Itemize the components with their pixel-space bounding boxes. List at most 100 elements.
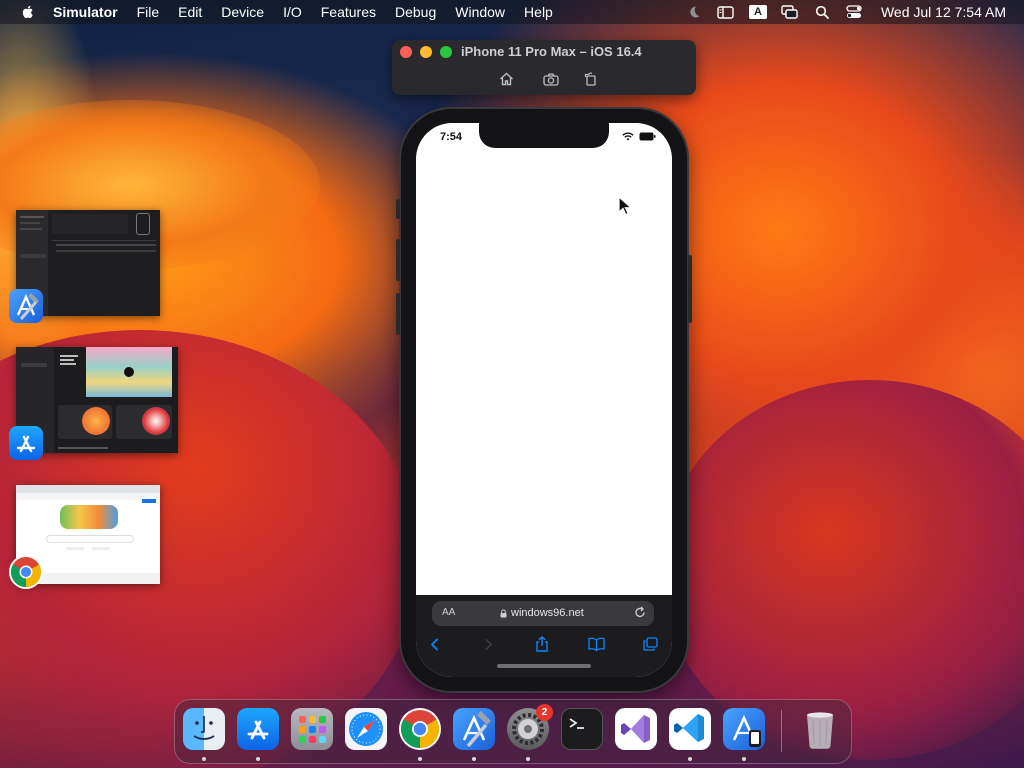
address-url[interactable]: windows96.net: [500, 607, 584, 619]
thumb-card: [116, 405, 172, 439]
thumb-header: [52, 214, 128, 234]
running-indicator: [742, 757, 746, 761]
finder-icon[interactable]: [183, 708, 225, 750]
thumb-card-art: [142, 407, 170, 435]
bookmarks-book-icon[interactable]: [586, 635, 606, 653]
text-size-button[interactable]: AA: [442, 607, 455, 618]
lock-icon: [500, 608, 507, 617]
thumb-line: [20, 216, 44, 218]
screenshot-camera-icon[interactable]: [542, 70, 560, 88]
status-bar-time: 7:54: [440, 131, 463, 143]
spotlight-search-icon[interactable]: [813, 4, 831, 20]
running-indicator: [688, 757, 692, 761]
running-indicator: [202, 757, 206, 761]
menu-help[interactable]: Help: [524, 4, 553, 20]
input-source-icon[interactable]: A: [748, 5, 767, 19]
menu-window[interactable]: Window: [455, 4, 505, 20]
xcode-icon[interactable]: [9, 289, 43, 323]
phone-screen[interactable]: 7:54 AA windows96.net: [416, 123, 672, 677]
app-store-icon[interactable]: [237, 708, 279, 750]
thumb-line: [58, 447, 108, 449]
launchpad-icon[interactable]: [291, 708, 333, 750]
chrome-icon[interactable]: [399, 708, 441, 750]
url-text: windows96.net: [511, 607, 584, 619]
minimize-window-button[interactable]: [420, 46, 432, 58]
visual-studio-icon[interactable]: [615, 708, 657, 750]
status-bar-indicators: [622, 132, 656, 141]
app-store-icon[interactable]: [9, 426, 43, 460]
menu-file[interactable]: File: [137, 4, 160, 20]
control-center-icon[interactable]: [845, 4, 863, 20]
thumb-searchbox: [46, 535, 134, 543]
screen-mirroring-icon[interactable]: [781, 4, 799, 20]
visual-studio-code-icon[interactable]: [669, 708, 711, 750]
thumb-toolbar: [16, 493, 160, 500]
zoom-window-button[interactable]: [440, 46, 452, 58]
thumb-line: [20, 254, 46, 258]
thumb-line: [92, 547, 110, 550]
menu-features[interactable]: Features: [321, 4, 376, 20]
share-icon[interactable]: [532, 635, 552, 653]
running-indicator: [526, 757, 530, 761]
apple-menu-icon[interactable]: [20, 4, 36, 20]
xcode-icon[interactable]: [453, 708, 495, 750]
wifi-icon: [622, 132, 634, 141]
safari-address-bar[interactable]: AA windows96.net: [432, 601, 654, 626]
thumb-line: [20, 222, 40, 224]
reload-icon[interactable]: [634, 606, 646, 619]
menu-clock[interactable]: Wed Jul 12 7:54 AM: [881, 4, 1006, 20]
thumb-line: [66, 547, 84, 550]
dock: 2: [174, 699, 852, 764]
running-indicator: [256, 757, 260, 761]
volume-up-button: [396, 239, 400, 281]
thumb-signin: [142, 499, 156, 503]
thumb-line: [56, 244, 156, 246]
thumb-divider: [52, 240, 156, 241]
close-window-button[interactable]: [400, 46, 412, 58]
running-indicator: [472, 757, 476, 761]
thumb-line: [21, 363, 47, 367]
notification-badge: 2: [536, 704, 553, 721]
thumb-card: [58, 405, 112, 439]
side-power-button: [688, 255, 692, 323]
safari-nav-row: [416, 631, 672, 657]
terminal-icon[interactable]: [561, 708, 603, 750]
trash-icon[interactable]: [799, 708, 841, 750]
battery-icon: [639, 132, 656, 141]
menu-edit[interactable]: Edit: [178, 4, 202, 20]
focus-moon-icon[interactable]: [685, 4, 703, 20]
dock-separator: [781, 710, 782, 752]
thumb-line: [56, 250, 156, 252]
iphone-device-frame: 7:54 AA windows96.net: [396, 107, 692, 693]
notch: [479, 123, 609, 148]
ringer-switch: [396, 199, 400, 219]
sidebar-icon[interactable]: [717, 4, 735, 20]
menu-debug[interactable]: Debug: [395, 4, 436, 20]
thumb-tabstrip: [16, 485, 160, 493]
thumb-device: [136, 213, 150, 235]
tabs-icon[interactable]: [640, 635, 660, 653]
thumb-doodle: [60, 505, 118, 529]
menu-io[interactable]: I/O: [283, 4, 302, 20]
simulator-toolbar: [392, 70, 696, 88]
simulator-window-titlebar[interactable]: iPhone 11 Pro Max – iOS 16.4: [392, 40, 696, 95]
thumb-card-art: [82, 407, 110, 435]
menu-extras: A Wed Jul 12 7:54 AM: [685, 0, 1006, 24]
safari-icon[interactable]: [345, 708, 387, 750]
home-indicator[interactable]: [497, 664, 591, 668]
running-indicator: [418, 757, 422, 761]
simulator-window-title: iPhone 11 Pro Max – iOS 16.4: [461, 44, 642, 59]
forward-chevron-icon[interactable]: [478, 635, 498, 653]
simulator-icon[interactable]: [723, 708, 765, 750]
menu-device[interactable]: Device: [221, 4, 264, 20]
menu-app-name[interactable]: Simulator: [53, 4, 118, 20]
home-button[interactable]: [497, 70, 515, 88]
thumb-banner: [86, 347, 172, 397]
volume-down-button: [396, 293, 400, 335]
thumb-line: [20, 228, 42, 230]
rotate-device-icon[interactable]: [582, 70, 600, 88]
menu-bar: Simulator File Edit Device I/O Features …: [0, 0, 1024, 24]
back-chevron-icon[interactable]: [424, 635, 444, 653]
chrome-icon[interactable]: [9, 555, 43, 589]
mouse-cursor-icon: [618, 196, 632, 216]
